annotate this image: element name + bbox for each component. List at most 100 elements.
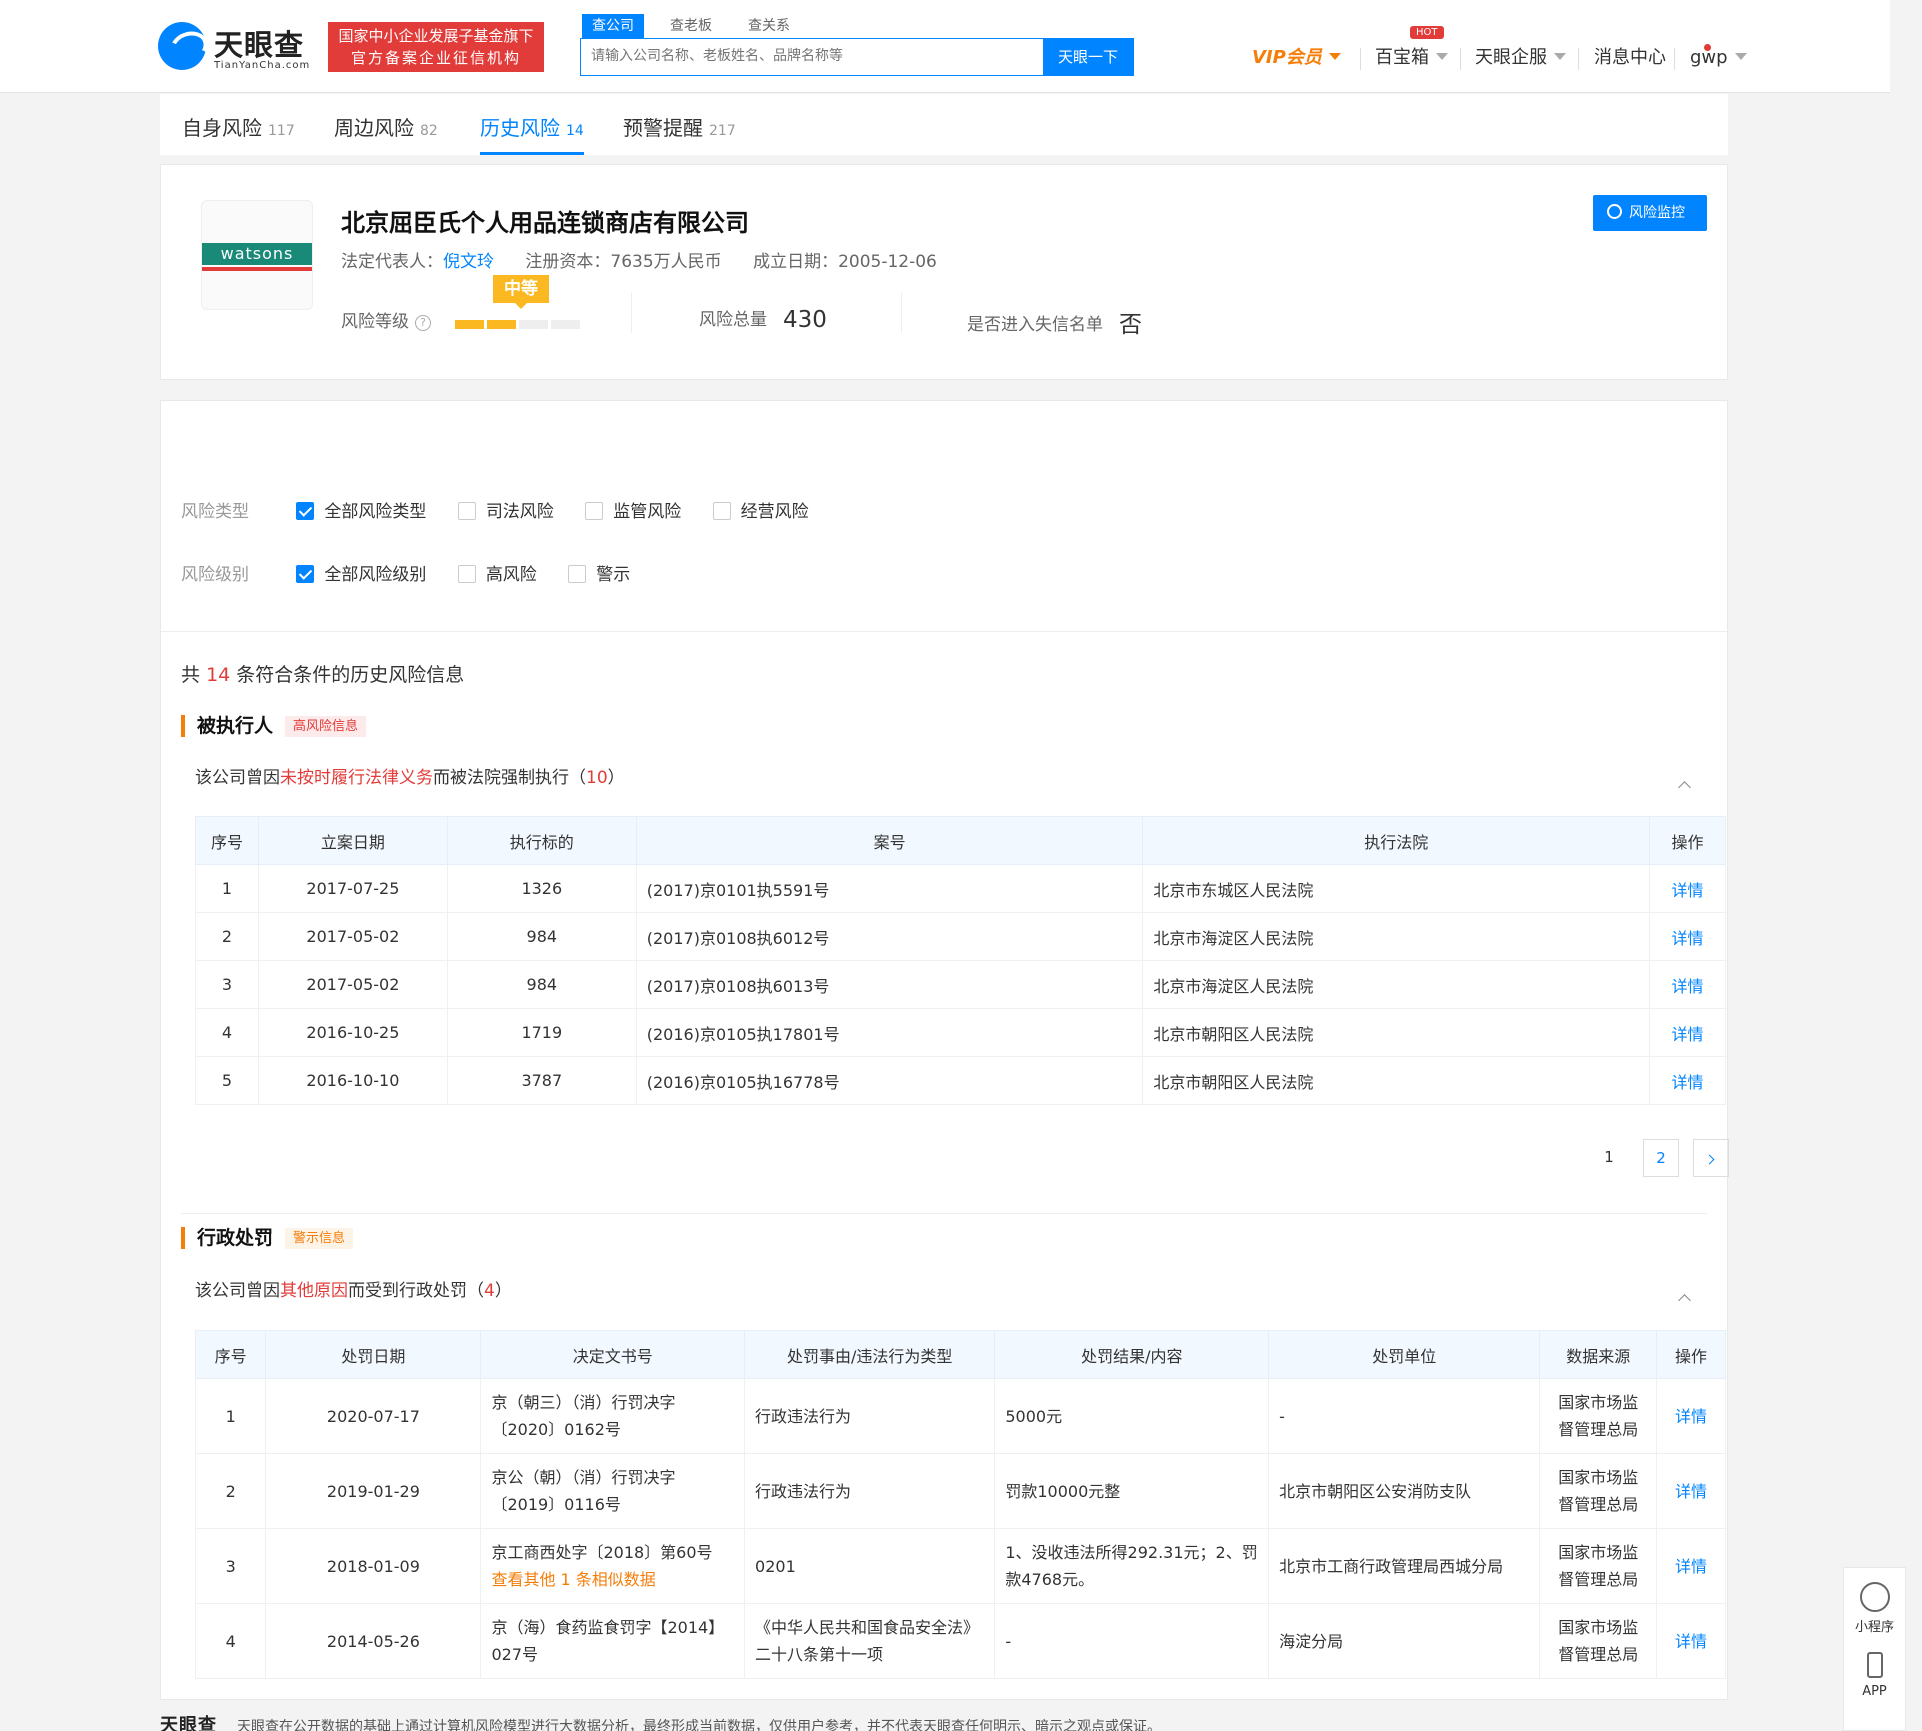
notification-dot [1704, 44, 1711, 51]
detail-link-text[interactable]: 详情 [1667, 1553, 1715, 1580]
checkbox-label: 全部风险级别 [324, 565, 427, 585]
detail-link[interactable]: 详情 [1656, 1528, 1726, 1604]
table-row: 4 2016-10-25 1719 (2016)京0105执17801号 北京市朝阳区人… [195, 1008, 1726, 1057]
penalty-authority: 北京市朝阳区公安消防支队 [1268, 1453, 1541, 1529]
founded-date: 成立日期：2005-12-06 [753, 252, 937, 272]
legal-rep-label: 法定代表人： [341, 252, 443, 272]
company-name[interactable]: 北京屈臣氏个人用品连锁商店有限公司 [341, 203, 749, 238]
search-tab-boss[interactable]: 查老板 [660, 14, 722, 38]
tab-surrounding-risk[interactable]: 周边风险 82 [334, 112, 438, 155]
penalty-result: 5000元 [994, 1378, 1270, 1454]
detail-link[interactable]: 详情 [1656, 1453, 1726, 1529]
checkbox-regulatory[interactable]: 监管风险 [585, 497, 681, 522]
section-executed: 被执行人 高风险信息 [181, 715, 367, 737]
penalty-authority-text: - [1279, 1406, 1285, 1426]
row-index: 2 [194, 1453, 267, 1529]
tab-self-risk[interactable]: 自身风险 117 [182, 112, 295, 155]
badge-line-1: 国家中小企业发展子基金旗下 [338, 27, 534, 45]
search-input[interactable] [581, 39, 1041, 73]
similar-data-link[interactable]: 查看其他 1 条相似数据 [491, 1566, 734, 1593]
detail-link-text[interactable]: 详情 [1667, 1628, 1715, 1655]
company-logo: watsons [201, 200, 313, 310]
penalty-authority: 海淀分局 [1268, 1603, 1541, 1679]
risk-level-badge: 中等 [493, 275, 549, 309]
search-tab-relation[interactable]: 查关系 [738, 14, 800, 38]
legal-rep-link[interactable]: 倪文玲 [443, 252, 494, 272]
risk-monitor-button[interactable]: 风险监控 [1593, 195, 1707, 231]
execution-amount: 1719 [446, 1008, 637, 1057]
nav-divider [1460, 48, 1461, 70]
qifu-menu[interactable]: 天眼企服 [1475, 44, 1566, 72]
penalty-authority-text: 北京市工商行政管理局西城分局 [1279, 1556, 1504, 1576]
checkbox-label: 经营风险 [740, 502, 809, 522]
section-admin-penalty: 行政处罚 警示信息 [181, 1227, 354, 1249]
desc-text: 而受到行政处罚（ [348, 1281, 484, 1301]
detail-link-text[interactable]: 详情 [1667, 1403, 1715, 1430]
tianyancha-logo[interactable]: 天眼查 TianYanCha.com [158, 22, 318, 74]
company-info: 法定代表人：倪文玲 注册资本：7635万人民币 成立日期：2005-12-06 [341, 247, 963, 272]
detail-link[interactable]: 详情 [1649, 1008, 1726, 1057]
search-button[interactable]: 天眼一下 [1043, 39, 1133, 75]
tab-history-risk[interactable]: 历史风险 14 [480, 112, 584, 155]
penalty-date: 2020-07-17 [265, 1378, 482, 1454]
case-number: (2016)京0105执17801号 [635, 1008, 1144, 1057]
penalty-result-text: 罚款10000元整 [1005, 1481, 1121, 1501]
mini-program-label: 小程序 [1854, 1620, 1894, 1635]
checkbox-operational[interactable]: 经营风险 [712, 497, 809, 522]
collapse-icon[interactable] [1678, 1294, 1691, 1307]
app-label: APP [1862, 1684, 1887, 1699]
tab-warning[interactable]: 预警提醒 217 [623, 112, 736, 155]
decision-number: 京（朝三）（消）行罚决字〔2020〕0162号 [480, 1378, 746, 1454]
detail-link[interactable]: 详情 [1649, 1056, 1726, 1105]
detail-link[interactable]: 详情 [1656, 1378, 1726, 1454]
decision-number: 京公（朝）（消）行罚决字〔2019〕0116号 [480, 1453, 746, 1529]
user-menu[interactable]: gwp [1690, 44, 1747, 72]
detail-link[interactable]: 详情 [1649, 912, 1726, 961]
checkbox-all-types[interactable]: 全部风险类型 [296, 497, 426, 522]
desc-count: 10 [586, 768, 608, 788]
level-segment [519, 320, 548, 329]
column-header: 立案日期 [257, 816, 448, 865]
checkbox-high-risk[interactable]: 高风险 [457, 560, 537, 585]
risk-level-label: 风险等级? [341, 307, 431, 332]
detail-link[interactable]: 详情 [1649, 864, 1726, 913]
question-icon[interactable]: ? [415, 315, 431, 331]
collapse-icon[interactable] [1678, 781, 1691, 794]
desc-reason: 未按时履行法律义务 [280, 768, 433, 788]
penalty-result-text: - [1005, 1631, 1012, 1651]
chevron-right-icon [1704, 1154, 1715, 1165]
checkbox-judicial[interactable]: 司法风险 [457, 497, 554, 522]
messages-link[interactable]: 消息中心 [1594, 44, 1666, 72]
page-2[interactable]: 2 [1643, 1139, 1679, 1177]
tab-label: 预警提醒 [623, 116, 703, 140]
table-row: 2 2019-01-29 京公（朝）（消）行罚决字〔2019〕0116号 行政违法行为… [194, 1453, 1726, 1529]
desc-text: ） [607, 768, 625, 788]
detail-link-text[interactable]: 详情 [1667, 1478, 1715, 1505]
divider [161, 631, 1727, 632]
violation-type: 0201 [744, 1528, 996, 1604]
logo-subtext: TianYanCha.com [214, 60, 311, 71]
vip-menu[interactable]: VIP会员 [1252, 44, 1341, 72]
risk-total-label: 风险总量 [699, 310, 767, 330]
row-index-text: 1 [225, 1406, 236, 1426]
mini-program-button[interactable]: 小程序 [1844, 1568, 1905, 1648]
app-button[interactable]: APP [1844, 1648, 1905, 1724]
filing-date: 2016-10-25 [257, 1008, 448, 1057]
filter-label: 风险类型 [181, 502, 249, 522]
baibaoxiang-menu[interactable]: 百宝箱 [1375, 44, 1448, 72]
decision-number-text: 京公（朝）（消）行罚决字〔2019〕0116号 [491, 1468, 676, 1514]
detail-link[interactable]: 详情 [1649, 960, 1726, 1009]
checkbox-all-levels[interactable]: 全部风险级别 [296, 560, 426, 585]
page-1[interactable]: 1 [1591, 1139, 1627, 1177]
checkbox-warning[interactable]: 警示 [568, 560, 630, 585]
level-segment [455, 320, 484, 329]
penalty-date: 2019-01-29 [265, 1453, 482, 1529]
search-tab-company[interactable]: 查公司 [582, 14, 644, 38]
data-source: 国家市场监督管理总局 [1539, 1603, 1658, 1679]
court: 北京市朝阳区人民法院 [1142, 1056, 1650, 1105]
court: 北京市东城区人民法院 [1142, 864, 1650, 913]
next-page-button[interactable] [1693, 1139, 1729, 1177]
detail-link[interactable]: 详情 [1656, 1603, 1726, 1679]
filter-risk-type: 风险类型 全部风险类型 司法风险 监管风险 经营风险 [181, 497, 835, 522]
official-badge: 国家中小企业发展子基金旗下 官方备案企业征信机构 [328, 22, 544, 72]
